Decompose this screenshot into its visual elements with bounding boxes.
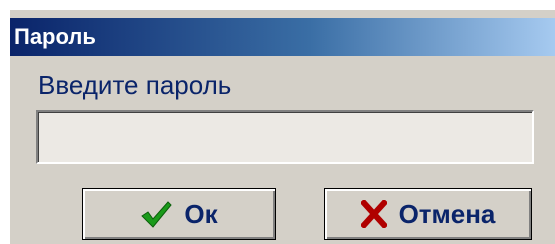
dialog-title: Пароль <box>14 24 96 49</box>
ok-button[interactable]: Ок <box>82 188 276 240</box>
cancel-button[interactable]: Отмена <box>324 188 532 240</box>
password-input[interactable] <box>36 110 534 164</box>
password-dialog: Пароль Введите пароль Ок Отмена <box>8 8 555 244</box>
cancel-button-label: Отмена <box>398 198 496 229</box>
ok-button-label: Ок <box>184 198 218 229</box>
title-bar[interactable]: Пароль <box>10 18 555 56</box>
cross-icon <box>360 200 387 228</box>
checkmark-icon <box>140 199 173 229</box>
password-prompt-label: Введите пароль <box>38 70 232 100</box>
